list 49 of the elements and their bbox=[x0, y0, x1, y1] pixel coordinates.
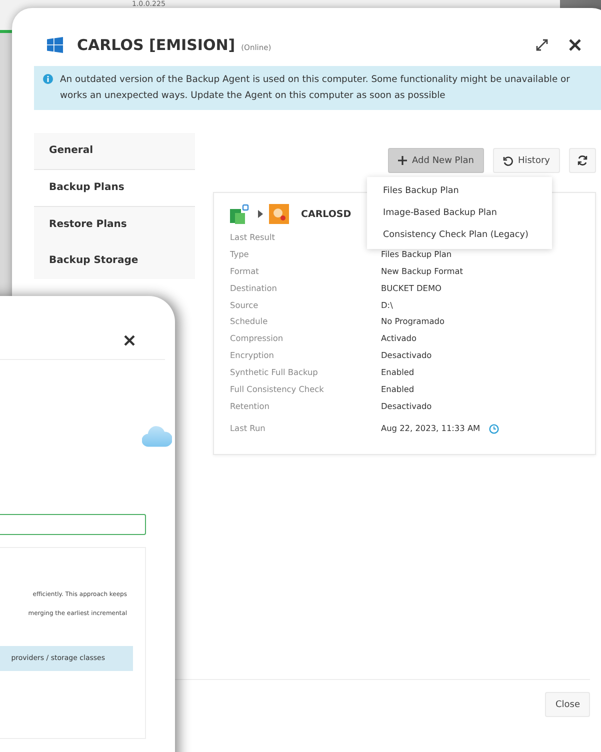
add-new-plan-button[interactable]: Add New Plan bbox=[388, 148, 484, 173]
detail-value: D:\ bbox=[381, 298, 394, 312]
storage-icon bbox=[269, 204, 289, 224]
detail-value: Desactivado bbox=[381, 400, 433, 413]
sidebar-item[interactable]: Backup Storage bbox=[34, 243, 195, 279]
history-icon bbox=[502, 156, 513, 166]
expand-icon[interactable] bbox=[536, 39, 548, 51]
detail-label: Retention bbox=[230, 400, 270, 413]
detail-value: No Programado bbox=[381, 315, 446, 328]
detail-label: Compression bbox=[230, 332, 284, 346]
sidebar-item[interactable]: Restore Plans bbox=[34, 207, 195, 243]
input-field[interactable] bbox=[0, 514, 146, 535]
clock-icon bbox=[489, 424, 500, 434]
detail-label: Source bbox=[230, 298, 260, 312]
detail-value: Files Backup Plan bbox=[381, 248, 453, 261]
info-icon bbox=[43, 74, 53, 84]
windows-icon bbox=[47, 37, 63, 53]
sidebar-item[interactable]: Backup Plans bbox=[34, 169, 195, 207]
detail-label: Last Run bbox=[230, 422, 266, 436]
detail-label: Encryption bbox=[230, 349, 275, 362]
caret-icon bbox=[258, 210, 263, 218]
detail-label: Destination bbox=[230, 282, 278, 295]
detail-label: Full Consistency Check bbox=[230, 383, 325, 396]
menu-item[interactable]: Consistency Check Plan (Legacy) bbox=[367, 224, 552, 246]
menu-item[interactable]: Image-Based Backup Plan bbox=[367, 202, 552, 224]
detail-value: Desactivado bbox=[381, 349, 433, 362]
detail-label: Synthetic Full Backup bbox=[230, 366, 319, 380]
refresh-button[interactable] bbox=[569, 148, 596, 173]
refresh-icon bbox=[577, 155, 588, 166]
detail-label: Last Result bbox=[230, 231, 276, 244]
detail-value: Aug 22, 2023, 11:33 AM bbox=[381, 422, 480, 436]
detail-value: Enabled bbox=[381, 366, 416, 380]
history-button[interactable]: History bbox=[492, 148, 560, 173]
cloud-icon bbox=[142, 424, 172, 447]
detail-label: Format bbox=[230, 264, 260, 278]
detail-label: Schedule bbox=[230, 315, 269, 328]
sidebar-item[interactable]: General bbox=[34, 133, 195, 169]
alert-message: An outdated version of the Backup Agent is used on this computer. Some functionality might be unavailable or works an unexpected ways. Update the Agent on this computer as soon as possible bbox=[60, 73, 571, 103]
detail-value: BUCKET DEMO bbox=[381, 282, 442, 295]
plan-name: CARLOSD bbox=[301, 208, 352, 220]
detail-value: New Backup Format bbox=[381, 264, 464, 278]
detail-label: Type bbox=[230, 248, 250, 261]
window-title: CARLOS [EMISION] bbox=[77, 36, 236, 54]
menu-item[interactable]: Files Backup Plan bbox=[367, 180, 552, 202]
detail-value: Enabled bbox=[381, 383, 416, 396]
close-button[interactable]: Close bbox=[545, 692, 590, 717]
detail-value: Activado bbox=[381, 332, 418, 346]
plus-icon bbox=[398, 156, 408, 165]
close-icon[interactable] bbox=[568, 38, 582, 52]
